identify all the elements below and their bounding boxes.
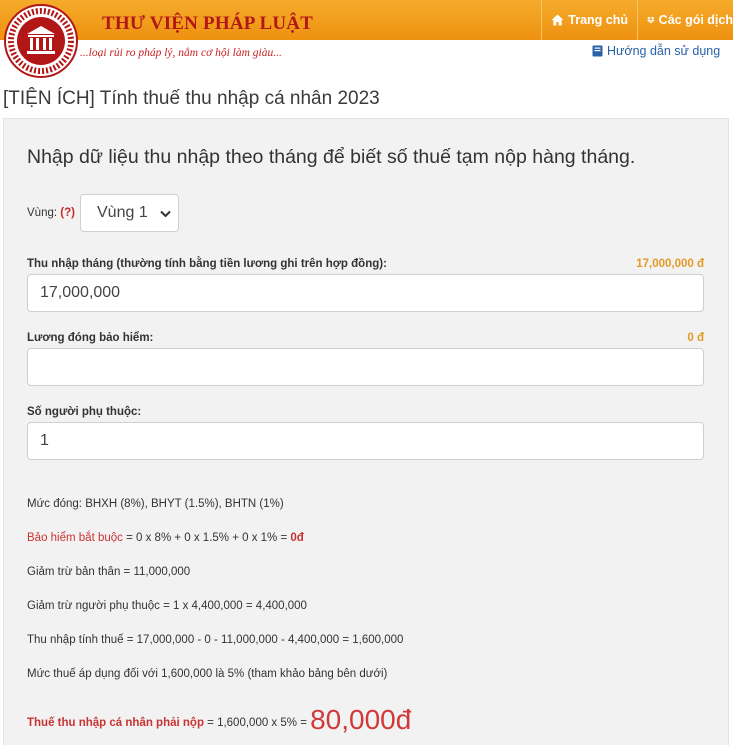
taxable-income: Thu nhập tính thuế = 17,000,000 - 0 - 11… [27,634,404,646]
region-label-text: Vùng: [27,207,58,219]
nav-packages[interactable]: Các gói dịch [637,0,733,40]
guide-label: Hướng dẫn sử dụng [607,44,721,58]
site-slogan: ...loại rủi ro pháp lý, nắm cơ hội làm g… [80,47,282,59]
site-logo-icon[interactable] [4,4,78,78]
tax-result: 80,000đ [310,704,412,735]
nav-packages-label: Các gói dịch [658,13,733,27]
site-header: THƯ VIỆN PHÁP LUẬT Trang chủ Các gói dịc… [0,0,733,80]
region-select-value: Vùng 1 [97,204,148,221]
tax-formula: = 1,600,000 x 5% = [203,717,311,729]
tax-label: Thuế thu nhập cá nhân phải nộp [27,717,204,729]
panel-lead: Nhập dữ liệu thu nhập theo tháng để biết… [27,146,636,168]
region-help[interactable]: (?) [60,207,75,219]
site-brand[interactable]: THƯ VIỆN PHÁP LUẬT [102,13,313,35]
page-title: [TIỆN ÍCH] Tính thuế thu nhập cá nhân 20… [3,88,380,109]
dependents-input[interactable]: 1 [27,422,704,460]
insurance-calc: Bảo hiểm bắt buộc = 0 x 8% + 0 x 1.5% + … [27,532,304,544]
income-label: Thu nhập tháng (thường tính bằng tiền lư… [27,258,387,270]
dependent-deduction: Giảm trừ người phụ thuộc = 1 x 4,400,000… [27,600,307,612]
income-amount: 17,000,000 đ [636,258,704,270]
book-icon [592,45,603,57]
tax-result-line: Thuế thu nhập cá nhân phải nộp = 1,600,0… [27,704,411,736]
chevron-down-icon [160,210,171,218]
guide-link[interactable]: Hướng dẫn sử dụng [592,44,720,58]
income-input[interactable]: 17,000,000 [27,274,704,312]
header-nav: Trang chủ Các gói dịch [541,0,733,40]
insurance-calc-formula: = 0 x 8% + 0 x 1.5% + 0 x 1% = [122,532,291,544]
insurance-label: Lương đóng bảo hiểm: [27,332,154,344]
income-input-value: 17,000,000 [40,284,121,301]
insurance-amount: 0 đ [687,332,704,344]
tax-rate: Mức thuế áp dụng đối với 1,600,000 là 5%… [27,668,388,680]
region-select[interactable]: Vùng 1 [80,194,179,232]
dropbox-icon [647,16,655,24]
region-label: Vùng: (?) [27,207,75,219]
insurance-calc-label: Bảo hiểm bắt buộc [27,532,123,544]
nav-home-label: Trang chủ [568,13,628,27]
insurance-calc-result: 0đ [290,532,304,544]
home-icon [551,14,564,26]
dependents-label: Số người phụ thuộc: [27,406,142,418]
insurance-input[interactable] [27,348,704,386]
self-deduction: Giảm trừ bản thân = 11,000,000 [27,566,191,578]
nav-home[interactable]: Trang chủ [541,0,637,40]
contribution-rates: Mức đóng: BHXH (8%), BHYT (1.5%), BHTN (… [27,498,284,510]
dependents-input-value: 1 [40,432,49,449]
